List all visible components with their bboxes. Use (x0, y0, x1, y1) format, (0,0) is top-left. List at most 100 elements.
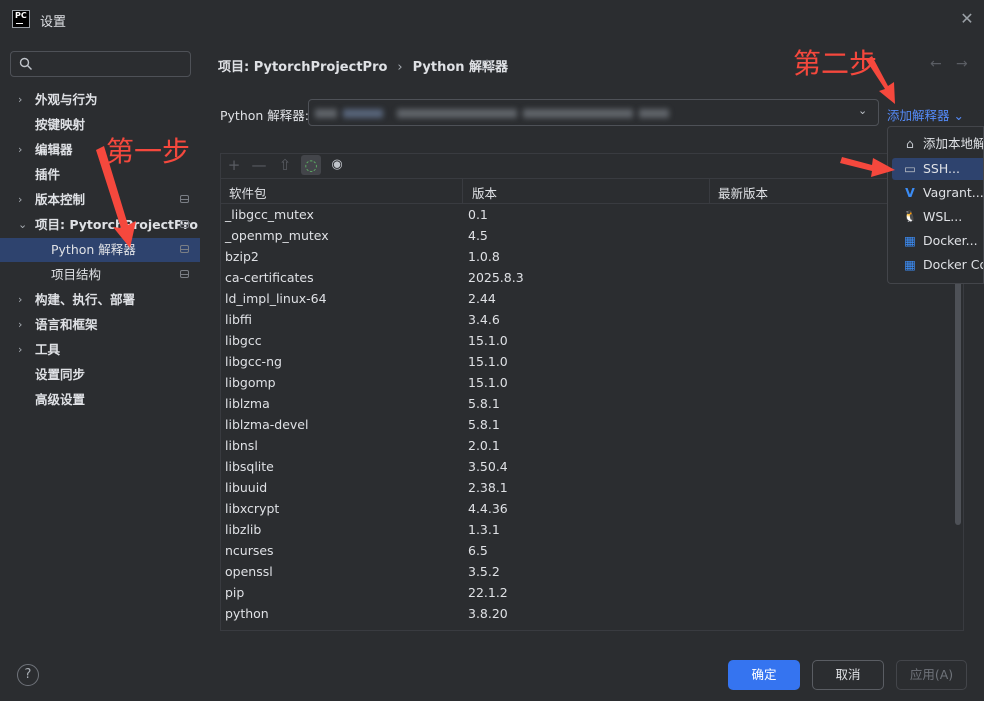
sidebar-item-tools[interactable]: › 工具 (0, 338, 200, 362)
help-button[interactable]: ? (17, 664, 39, 686)
package-version: 15.1.0 (468, 354, 508, 369)
sidebar-item-label: 高级设置 (35, 392, 86, 407)
package-name: libuuid (225, 480, 268, 495)
table-row[interactable]: libsqlite 3.50.4 (221, 456, 963, 477)
sidebar-item-build[interactable]: › 构建、执行、部署 (0, 288, 200, 312)
table-row[interactable]: pip 22.1.2 (221, 582, 963, 603)
add-package-icon[interactable]: + (224, 155, 244, 175)
eye-icon[interactable]: ◉ (327, 155, 347, 175)
table-header: 软件包 版本 最新版本 (221, 179, 963, 204)
table-row[interactable]: openssl 3.5.2 (221, 561, 963, 582)
ok-button[interactable]: 确定 (728, 660, 800, 690)
table-row[interactable]: libgcc 15.1.0 (221, 330, 963, 351)
table-row[interactable]: liblzma-devel 5.8.1 (221, 414, 963, 435)
package-name: ca-certificates (225, 270, 314, 285)
vagrant-icon: V (905, 185, 915, 200)
upgrade-package-icon[interactable]: ⇧ (275, 155, 295, 175)
blurred-text (343, 109, 383, 118)
menu-item-ssh[interactable]: ▭ SSH... (892, 158, 983, 180)
package-name: libgcc-ng (225, 354, 282, 369)
package-version: 6.5 (468, 543, 488, 558)
sidebar-item-appearance[interactable]: › 外观与行为 (0, 88, 200, 112)
table-row[interactable]: libxcrypt 4.4.36 (221, 498, 963, 519)
menu-item-vagrant[interactable]: V Vagrant... (892, 182, 983, 204)
forward-arrow-icon[interactable]: → (956, 56, 968, 72)
sidebar-item-label: 工具 (35, 342, 61, 357)
project-scope-icon (180, 220, 189, 228)
interpreter-label: Python 解释器: (220, 108, 310, 123)
column-header-version[interactable]: 版本 (472, 183, 497, 202)
sidebar-item-version-control[interactable]: › 版本控制 (0, 188, 200, 212)
package-name: libnsl (225, 438, 258, 453)
menu-item-label: Docker... (923, 233, 978, 248)
menu-item-docker[interactable]: ▦ Docker... (892, 230, 983, 252)
sidebar-item-label: 项目: PytorchProjectPro (35, 217, 198, 232)
linux-icon: 🐧 (903, 210, 917, 223)
remove-package-icon[interactable]: — (249, 155, 269, 175)
package-name: libgomp (225, 375, 276, 390)
table-row[interactable]: ca-certificates 2025.8.3 (221, 267, 963, 288)
sidebar-item-label: Python 解释器 (51, 242, 136, 257)
cancel-button[interactable]: 取消 (812, 660, 884, 690)
table-row[interactable]: libgcc-ng 15.1.0 (221, 351, 963, 372)
sidebar-item-advanced[interactable]: 高级设置 (0, 388, 200, 412)
column-header-latest[interactable]: 最新版本 (718, 183, 768, 202)
sidebar-item-label: 外观与行为 (35, 92, 98, 107)
chevron-down-icon[interactable]: ⌄ (858, 104, 867, 117)
menu-item-docker-compose[interactable]: ▦ Docker Compose... (892, 254, 983, 276)
sidebar-item-python-interpreter[interactable]: Python 解释器 (0, 238, 200, 262)
table-row[interactable]: _openmp_mutex 4.5 (221, 225, 963, 246)
sidebar-item-settings-sync[interactable]: 设置同步 (0, 363, 200, 387)
menu-item-wsl[interactable]: 🐧 WSL... (892, 206, 983, 228)
chevron-right-icon: › (18, 193, 23, 206)
table-row[interactable]: libuuid 2.38.1 (221, 477, 963, 498)
package-version: 3.5.2 (468, 564, 500, 579)
chevron-right-icon: › (18, 293, 23, 306)
project-scope-icon (482, 60, 492, 69)
add-interpreter-link[interactable]: 添加解释器 ⌄ (887, 105, 964, 124)
refresh-icon[interactable]: ◌ (301, 155, 321, 175)
sidebar-item-label: 语言和框架 (35, 317, 98, 332)
table-row[interactable]: ld_impl_linux-64 2.44 (221, 288, 963, 309)
apply-button[interactable]: 应用(A) (896, 660, 967, 690)
menu-item-label: WSL... (923, 209, 963, 224)
package-version: 2.0.1 (468, 438, 500, 453)
breadcrumb: 项目: PytorchProjectPro › Python 解释器 (218, 56, 508, 75)
column-divider (709, 179, 710, 203)
package-name: libsqlite (225, 459, 274, 474)
table-row[interactable]: _libgcc_mutex 0.1 (221, 204, 963, 225)
menu-item-add-local[interactable]: ⌂ 添加本地解释器 (892, 133, 983, 155)
table-row[interactable]: bzip2 1.0.8 (221, 246, 963, 267)
column-divider (462, 179, 463, 203)
table-row[interactable]: libffi 3.4.6 (221, 309, 963, 330)
terminal-icon: ▭ (904, 161, 916, 176)
close-icon[interactable]: ✕ (958, 10, 976, 28)
package-name: _libgcc_mutex (225, 207, 314, 222)
sidebar-item-project[interactable]: ⌄ 项目: PytorchProjectPro (0, 213, 200, 237)
sidebar-item-label: 项目结构 (51, 267, 102, 282)
package-name: bzip2 (225, 249, 259, 264)
column-header-package[interactable]: 软件包 (229, 183, 267, 202)
blurred-text (639, 109, 669, 118)
sidebar-item-project-structure[interactable]: 项目结构 (0, 263, 200, 287)
back-arrow-icon[interactable]: ← (930, 56, 942, 72)
package-name: _openmp_mutex (225, 228, 329, 243)
search-input[interactable] (10, 51, 191, 77)
blurred-text (397, 109, 517, 118)
table-row[interactable]: libnsl 2.0.1 (221, 435, 963, 456)
package-version: 3.8.20 (468, 606, 508, 621)
table-row[interactable]: libgomp 15.1.0 (221, 372, 963, 393)
interpreter-select[interactable] (308, 99, 879, 126)
project-scope-icon (180, 195, 189, 203)
table-row[interactable]: python 3.8.20 (221, 603, 963, 624)
menu-item-label: SSH... (923, 161, 960, 176)
home-icon: ⌂ (906, 136, 914, 151)
table-row[interactable]: libzlib 1.3.1 (221, 519, 963, 540)
sidebar-item-label: 插件 (35, 167, 61, 182)
table-row[interactable]: ncurses 6.5 (221, 540, 963, 561)
breadcrumb-project[interactable]: 项目: PytorchProjectPro (218, 60, 387, 75)
table-row[interactable]: liblzma 5.8.1 (221, 393, 963, 414)
sidebar-item-languages[interactable]: › 语言和框架 (0, 313, 200, 337)
package-name: python (225, 606, 269, 621)
sidebar-item-label: 按键映射 (35, 117, 86, 132)
